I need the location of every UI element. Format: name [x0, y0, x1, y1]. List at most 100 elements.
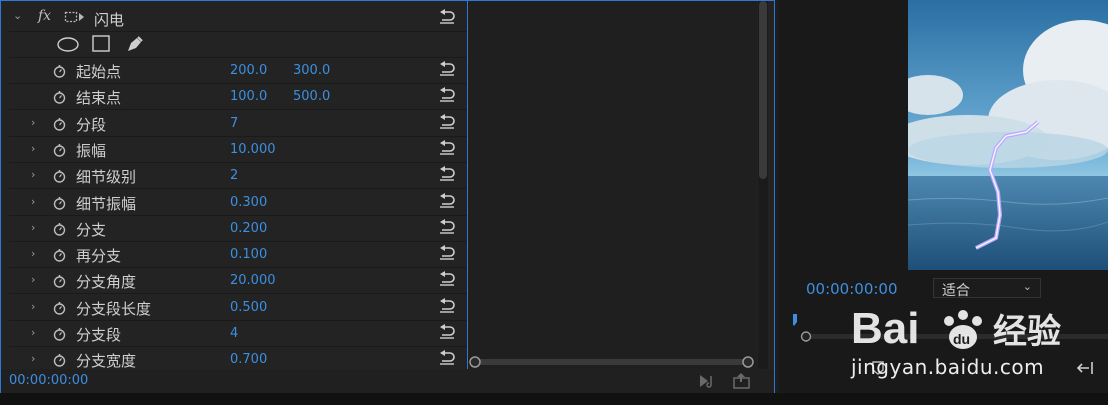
property-row[interactable]: › 分支 0.200 [9, 216, 467, 242]
property-row[interactable]: 结束点 100.0 500.0 [9, 84, 467, 111]
chevron-right-icon[interactable]: › [31, 221, 35, 234]
chevron-right-icon[interactable]: › [31, 142, 35, 155]
stopwatch-icon[interactable] [53, 142, 66, 157]
effect-controls-timecode[interactable]: 00:00:00:00 [9, 373, 88, 388]
reset-icon[interactable] [438, 113, 456, 130]
chevron-down-icon[interactable]: ⌄ [13, 9, 22, 22]
property-value[interactable]: 4 [230, 326, 238, 341]
property-value[interactable]: 0.300 [230, 195, 267, 210]
property-name: 分段 [76, 115, 107, 134]
reset-icon[interactable] [438, 166, 456, 182]
stopwatch-icon[interactable] [53, 195, 66, 210]
go-to-in-icon[interactable] [1074, 360, 1094, 380]
add-marker-icon[interactable] [871, 360, 885, 380]
fx-badge[interactable]: fx [38, 8, 51, 24]
reset-icon[interactable] [438, 350, 456, 366]
chevron-right-icon[interactable]: › [31, 195, 35, 208]
zoom-fit-value: 适合 [942, 283, 970, 299]
chevron-right-icon[interactable]: › [31, 247, 35, 260]
monitor-transport-controls [779, 348, 1108, 393]
property-name: 结束点 [76, 89, 122, 108]
stopwatch-icon[interactable] [53, 221, 66, 236]
chevron-down-icon: ⌄ [1022, 280, 1032, 293]
stopwatch-icon[interactable] [53, 247, 66, 262]
pen-mask-icon[interactable] [125, 34, 145, 58]
vertical-scrollbar-thumb[interactable] [759, 1, 767, 179]
stopwatch-icon[interactable] [53, 300, 66, 315]
property-value[interactable]: 0.200 [230, 221, 267, 236]
property-value[interactable]: 200.0 [230, 63, 267, 78]
property-row[interactable]: › 分段 7 [9, 111, 467, 137]
reset-icon[interactable] [438, 245, 456, 261]
stopwatch-icon[interactable] [53, 89, 66, 104]
effect-controls-panel: ⌄ fx 闪电 起始点 200.0 300.0 结束点 100.0 500.0 › 分段 7 › 振… [0, 0, 775, 393]
reset-icon[interactable] [438, 297, 456, 314]
play-audio-icon[interactable] [698, 373, 718, 393]
stopwatch-icon[interactable] [53, 326, 66, 341]
property-value-2[interactable]: 500.0 [293, 89, 330, 104]
property-row[interactable]: 起始点 200.0 300.0 [9, 58, 467, 84]
property-row[interactable]: › 分支宽度 0.700 [9, 347, 467, 369]
reset-icon[interactable] [438, 139, 456, 156]
property-value[interactable]: 7 [230, 116, 238, 131]
reset-icon[interactable] [438, 61, 456, 77]
reset-icon[interactable] [438, 192, 456, 209]
property-row[interactable]: › 分支角度 20.000 [9, 268, 467, 295]
stopwatch-icon[interactable] [53, 273, 66, 289]
property-value[interactable]: 2 [230, 168, 238, 183]
effect-timeline-area[interactable] [467, 1, 757, 369]
property-name: 分支宽度 [76, 352, 137, 369]
mask-tools-row [9, 32, 467, 58]
property-row[interactable]: › 分支段 4 [9, 321, 467, 347]
ellipse-mask-icon[interactable] [57, 37, 79, 56]
reset-icon[interactable] [438, 218, 456, 235]
property-name: 起始点 [76, 63, 122, 81]
property-name: 分支 [76, 220, 107, 239]
playhead-line[interactable] [467, 1, 468, 369]
chevron-right-icon[interactable]: › [31, 168, 35, 181]
bottom-panel-strip [0, 393, 1108, 405]
property-value[interactable]: 0.700 [230, 352, 267, 367]
monitor-timecode[interactable]: 00:00:00:00 [806, 280, 898, 298]
property-row[interactable]: › 再分支 0.100 [9, 242, 467, 269]
export-icon[interactable] [732, 372, 752, 394]
chevron-right-icon[interactable]: › [31, 300, 35, 313]
effect-controls-footer: 00:00:00:00 [1, 369, 774, 393]
property-name: 分支段长度 [76, 299, 152, 318]
property-row[interactable]: › 分支段长度 0.500 [9, 295, 467, 321]
chevron-right-icon[interactable]: › [31, 116, 35, 129]
property-value[interactable]: 20.000 [230, 273, 276, 288]
property-value[interactable]: 0.500 [230, 300, 267, 315]
property-value[interactable]: 100.0 [230, 89, 267, 104]
property-value[interactable]: 10.000 [230, 142, 276, 157]
property-row[interactable]: › 振幅 10.000 [9, 137, 467, 163]
chevron-right-icon[interactable]: › [31, 273, 35, 286]
video-preview[interactable] [908, 0, 1108, 270]
stopwatch-icon[interactable] [53, 352, 66, 367]
horizontal-zoom-scrollbar[interactable] [469, 353, 754, 368]
property-row[interactable]: › 细节振幅 0.300 [9, 190, 467, 216]
property-value[interactable]: 0.100 [230, 247, 267, 262]
zoom-fit-dropdown[interactable]: 适合 ⌄ [933, 278, 1041, 299]
property-name: 分支角度 [76, 273, 137, 292]
effect-name: 闪电 [94, 11, 125, 29]
monitor-scrubber[interactable] [791, 312, 1108, 346]
stopwatch-icon[interactable] [53, 116, 66, 131]
stopwatch-icon[interactable] [53, 63, 66, 78]
reset-icon[interactable] [438, 271, 456, 287]
chevron-right-icon[interactable]: › [31, 326, 35, 339]
reset-icon[interactable] [438, 324, 456, 340]
chevron-right-icon[interactable]: › [31, 352, 35, 365]
effect-properties-list: ⌄ fx 闪电 起始点 200.0 300.0 结束点 100.0 500.0 › 分段 7 › 振… [9, 1, 467, 369]
reset-icon[interactable] [438, 87, 456, 103]
property-name: 分支段 [76, 326, 122, 344]
stopwatch-icon[interactable] [53, 168, 66, 183]
property-name: 再分支 [76, 247, 122, 266]
effect-header-row[interactable]: ⌄ fx 闪电 [9, 6, 467, 32]
rectangle-mask-icon[interactable] [92, 35, 110, 56]
property-name: 细节级别 [76, 168, 137, 187]
property-row[interactable]: › 细节级别 2 [9, 163, 467, 190]
property-name: 振幅 [76, 141, 107, 160]
reset-icon[interactable] [438, 9, 456, 25]
property-value-2[interactable]: 300.0 [293, 63, 330, 78]
